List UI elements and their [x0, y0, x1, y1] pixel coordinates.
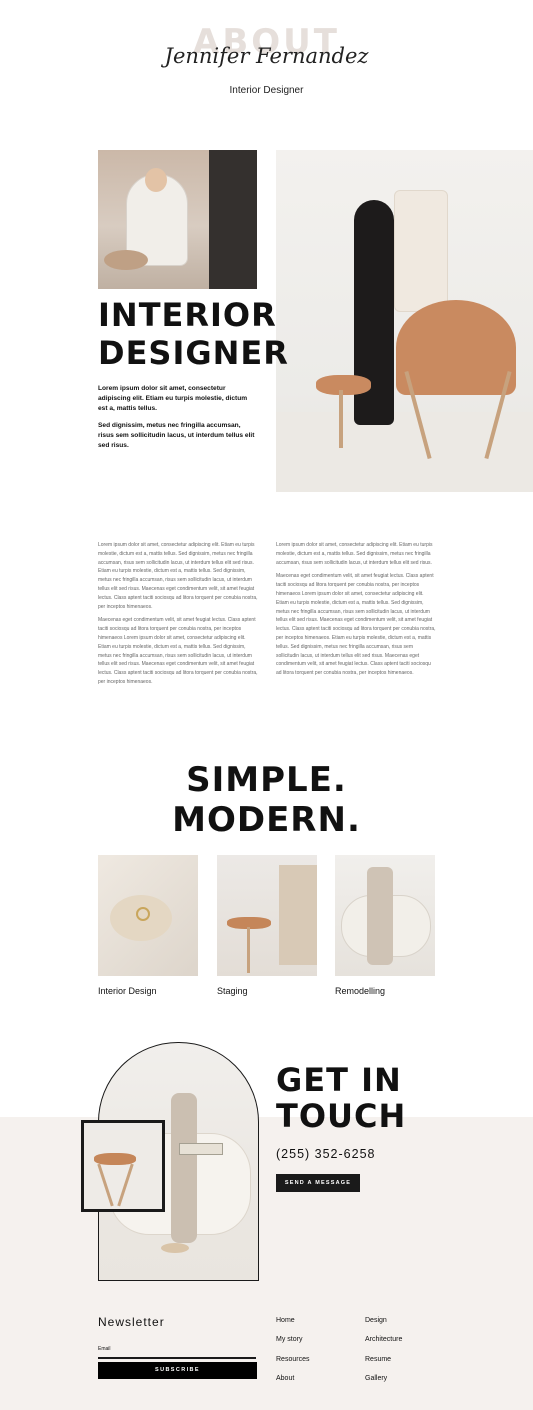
body-paragraph: Maecenas eget condimentum velit, sit ame…: [276, 573, 436, 677]
footer-link-resources[interactable]: Resources: [276, 1356, 309, 1363]
body-paragraph: Maecenas eget condimentum velit, sit ame…: [98, 617, 258, 685]
contact-band: [0, 1117, 533, 1410]
hero-paragraph-1: Lorem ipsum dolor sit amet, consectetur …: [98, 385, 248, 412]
inset-stool-leg: [97, 1163, 114, 1207]
service-image-remodelling[interactable]: [335, 855, 435, 976]
designer-subtitle: Interior Designer: [229, 85, 304, 96]
photo-coat: [394, 190, 448, 312]
service-label-interior-design[interactable]: Interior Design: [98, 986, 157, 996]
footer-link-design[interactable]: Design: [365, 1317, 387, 1324]
hero-title-line1: INTERIOR: [98, 296, 277, 334]
arch-shoe: [161, 1243, 189, 1253]
photo-table: [104, 250, 148, 270]
service-image-staging[interactable]: [217, 855, 317, 976]
body-paragraph: Lorem ipsum dolor sit amet, consectetur …: [98, 542, 258, 610]
footer-link-about[interactable]: About: [276, 1375, 294, 1382]
footer-link-resume[interactable]: Resume: [365, 1356, 391, 1363]
hero-paragraph-2: Sed dignissim, metus nec fringilla accum…: [98, 422, 255, 449]
photo-head: [145, 168, 167, 192]
arch-book: [179, 1143, 223, 1155]
services-title-line2: MODERN.: [172, 800, 361, 840]
services-title: SIMPLE. MODERN.: [0, 760, 533, 840]
image-stool-leg: [247, 927, 250, 973]
inset-photo: [81, 1120, 165, 1212]
service-image-interior-design[interactable]: [98, 855, 198, 976]
contact-title: GET IN TOUCH: [276, 1062, 406, 1134]
studio-photo: [276, 150, 533, 492]
contact-title-line2: TOUCH: [276, 1097, 407, 1135]
email-label: Email: [98, 1346, 111, 1352]
photo-chair: [396, 300, 516, 395]
body-column-left: Lorem ipsum dolor sit amet, consectetur …: [98, 541, 258, 692]
portrait-photo: [98, 150, 257, 289]
footer-link-gallery[interactable]: Gallery: [365, 1375, 387, 1382]
service-label-staging[interactable]: Staging: [217, 986, 248, 996]
image-throw: [367, 867, 393, 965]
footer-link-home[interactable]: Home: [276, 1317, 295, 1324]
contact-title-line1: GET IN: [276, 1061, 402, 1099]
photo-dark-panel: [209, 150, 257, 289]
send-message-button[interactable]: SEND A MESSAGE: [276, 1174, 360, 1192]
service-label-remodelling[interactable]: Remodelling: [335, 986, 385, 996]
footer-link-architecture[interactable]: Architecture: [365, 1336, 402, 1343]
body-column-right: Lorem ipsum dolor sit amet, consectetur …: [276, 541, 436, 683]
subscribe-button[interactable]: SUBSCRIBE: [98, 1362, 257, 1379]
image-table: [279, 865, 317, 965]
designer-name: Jennifer Fernandez: [164, 44, 369, 68]
hero-title-line2: DESIGNER: [98, 334, 289, 372]
photo-stool: [316, 375, 371, 395]
email-field[interactable]: [98, 1353, 256, 1359]
inset-stool-leg: [117, 1163, 134, 1207]
newsletter-title: Newsletter: [98, 1315, 165, 1329]
services-title-line1: SIMPLE.: [186, 760, 347, 800]
image-ring: [136, 907, 150, 921]
photo-stool-leg: [339, 390, 343, 448]
footer-link-my-story[interactable]: My story: [276, 1336, 302, 1343]
body-paragraph: Lorem ipsum dolor sit amet, consectetur …: [276, 542, 433, 566]
phone-number[interactable]: (255) 352-6258: [276, 1147, 375, 1161]
arch-throw: [171, 1093, 197, 1243]
hero-title: INTERIOR DESIGNER: [98, 296, 289, 372]
